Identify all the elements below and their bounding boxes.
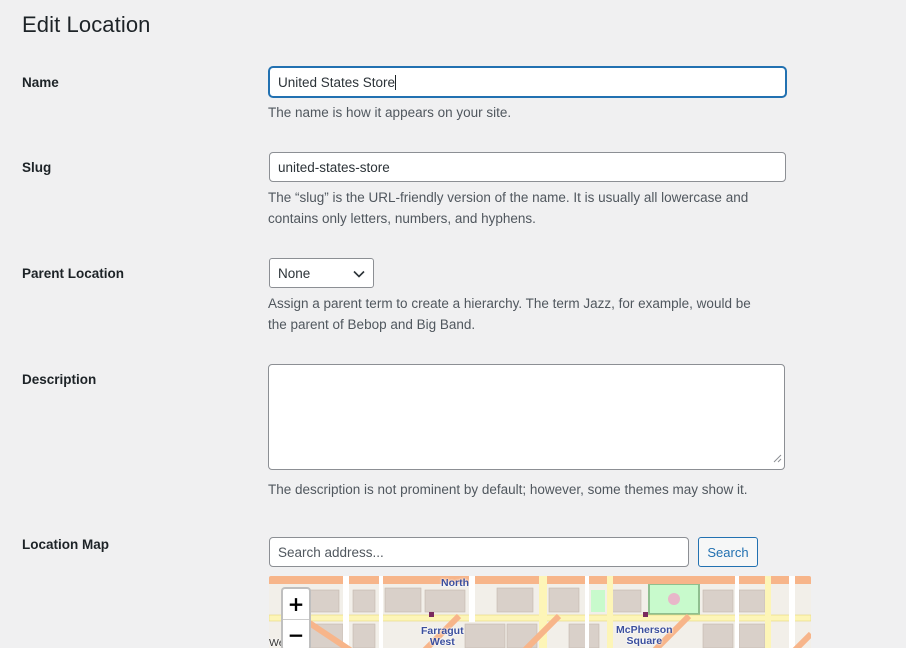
text-caret — [395, 74, 397, 90]
map-label-line: West — [429, 636, 455, 648]
address-search-button[interactable]: Search — [698, 537, 758, 567]
slug-input-value: united-states-store — [278, 159, 390, 175]
zoom-out-button[interactable]: − — [283, 619, 309, 648]
zoom-in-button[interactable]: + — [283, 589, 309, 619]
address-search-input[interactable]: Search address... — [269, 537, 689, 567]
edit-location-page: Edit Location Name United States Store T… — [0, 0, 906, 648]
slug-input[interactable]: united-states-store — [269, 152, 786, 182]
map-label-farragut-west: Farragut West — [421, 626, 464, 648]
parent-location-selected: None — [278, 265, 311, 281]
slug-label: Slug — [22, 160, 52, 175]
chevron-down-icon — [353, 266, 365, 281]
parent-help-line: Assign a parent term to create a hierarc… — [268, 296, 751, 311]
location-map[interactable]: North Farragut West McPherson Square We — [269, 576, 811, 648]
map-zoom-control: + − — [281, 587, 311, 648]
resize-grip-icon[interactable] — [773, 448, 782, 467]
parent-location-help-text: Assign a parent term to create a hierarc… — [268, 293, 751, 335]
parent-location-select[interactable]: None — [269, 258, 374, 288]
location-map-label: Location Map — [22, 537, 109, 552]
map-label-line: Square — [626, 635, 663, 647]
name-input-value: United States Store — [278, 74, 396, 90]
page-title: Edit Location — [22, 12, 151, 37]
description-label: Description — [22, 372, 97, 387]
slug-help-text: The “slug” is the URL-friendly version o… — [268, 187, 748, 229]
name-input[interactable]: United States Store — [269, 67, 786, 97]
map-label-north: North — [441, 577, 469, 589]
slug-help-line: contains only letters, numbers, and hyph… — [268, 211, 536, 226]
parent-location-label: Parent Location — [22, 266, 125, 281]
description-help-text: The description is not prominent by defa… — [268, 482, 748, 497]
map-tiles — [269, 576, 811, 648]
description-textarea[interactable] — [268, 364, 785, 470]
parent-help-line: the parent of Bebop and Big Band. — [268, 317, 476, 332]
name-label: Name — [22, 75, 59, 90]
address-search-placeholder: Search address... — [278, 544, 384, 560]
name-help-text: The name is how it appears on your site. — [268, 105, 512, 120]
map-label-mcpherson-square: McPherson Square — [616, 625, 673, 647]
slug-help-line: The “slug” is the URL-friendly version o… — [268, 190, 749, 205]
